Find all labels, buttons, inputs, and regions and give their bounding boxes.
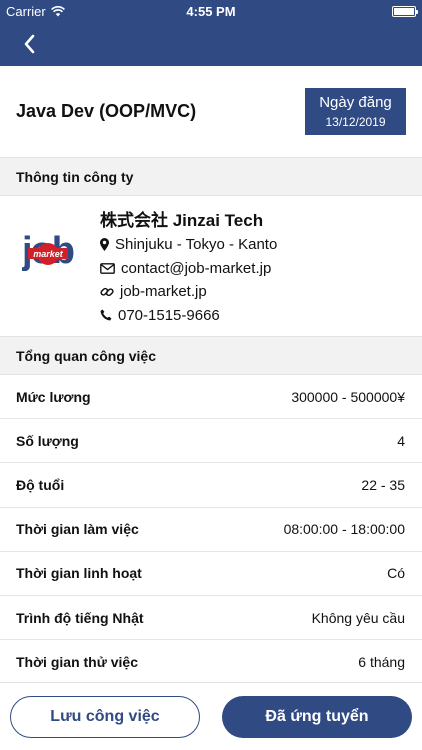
row-label: Số lượng [16,432,79,449]
company-email-row: contact@job-market.jp [100,257,277,281]
posted-date-value: 13/12/2019 [325,115,386,129]
carrier-label: Carrier [6,3,46,19]
company-logo: job market [22,230,76,272]
row-label: Độ tuổi [16,476,65,493]
logo-subtext: market [33,249,64,259]
overview-row-japanese-level: Trình độ tiếng Nhật Không yêu cầu [0,596,422,641]
back-chevron-icon [24,34,35,54]
row-value: 4 [397,432,405,449]
company-info-card: job market 株式会社 Jinzai Tech Shinjuku - T… [0,196,422,337]
company-location-row: Shinjuku - Tokyo - Kanto [100,233,277,257]
row-label: Trình độ tiếng Nhật [16,609,144,626]
row-value: Có [387,565,405,582]
company-section-header: Thông tin công ty [0,158,422,196]
nav-bar [0,22,422,66]
company-location: Shinjuku - Tokyo - Kanto [115,236,278,254]
status-bar: Carrier 4:55 PM [0,0,422,22]
overview-row-probation: Thời gian thử việc 6 tháng [0,640,422,685]
job-title-section: Java Dev (OOP/MVC) Ngày đăng 13/12/2019 [0,66,422,158]
battery-icon [392,5,418,17]
overview-row-age: Độ tuổi 22 - 35 [0,463,422,508]
row-value: 6 tháng [358,653,405,670]
row-label: Thời gian thử việc [16,653,138,670]
back-button[interactable] [14,29,44,59]
row-label: Mức lương [16,388,91,405]
company-website[interactable]: job-market.jp [120,283,207,300]
link-icon [100,287,114,296]
save-job-button[interactable]: Lưu công việc [10,695,200,738]
company-website-row: job-market.jp [100,280,277,304]
wifi-icon [50,5,65,16]
phone-icon [100,309,112,321]
row-value: Không yêu cầu [311,609,405,626]
overview-row-flexible-time: Thời gian linh hoạt Có [0,552,422,596]
company-name: 株式会社 Jinzai Tech [100,211,264,230]
company-phone[interactable]: 070-1515-9666 [118,307,220,324]
posted-date-label: Ngày đăng [319,94,392,111]
row-label: Thời gian linh hoạt [16,565,142,582]
row-value: 08:00:00 - 18:00:00 [283,521,405,538]
posted-date-badge: Ngày đăng 13/12/2019 [305,88,406,135]
overview-row-quantity: Số lượng 4 [0,419,422,464]
company-phone-row: 070-1515-9666 [100,304,277,328]
job-title: Java Dev (OOP/MVC) [16,101,197,121]
row-label: Thời gian làm việc [16,521,139,538]
envelope-icon [100,262,115,274]
company-details: 株式会社 Jinzai Tech Shinjuku - Tokyo - Kant… [100,208,277,336]
row-value: 300000 - 500000¥ [291,388,405,405]
row-value: 22 - 35 [361,476,405,493]
applied-button[interactable]: Đã ứng tuyển [222,695,412,738]
overview-row-working-hours: Thời gian làm việc 08:00:00 - 18:00:00 [0,508,422,552]
company-email[interactable]: contact@job-market.jp [121,260,271,277]
overview-row-salary: Mức lương 300000 - 500000¥ [0,375,422,420]
overview-list: Mức lương 300000 - 500000¥ Số lượng 4 Độ… [0,375,422,685]
action-footer: Lưu công việc Đã ứng tuyển [0,682,422,750]
overview-section-header: Tổng quan công việc [0,337,422,375]
map-marker-icon [100,238,109,252]
status-left: Carrier [6,4,65,19]
